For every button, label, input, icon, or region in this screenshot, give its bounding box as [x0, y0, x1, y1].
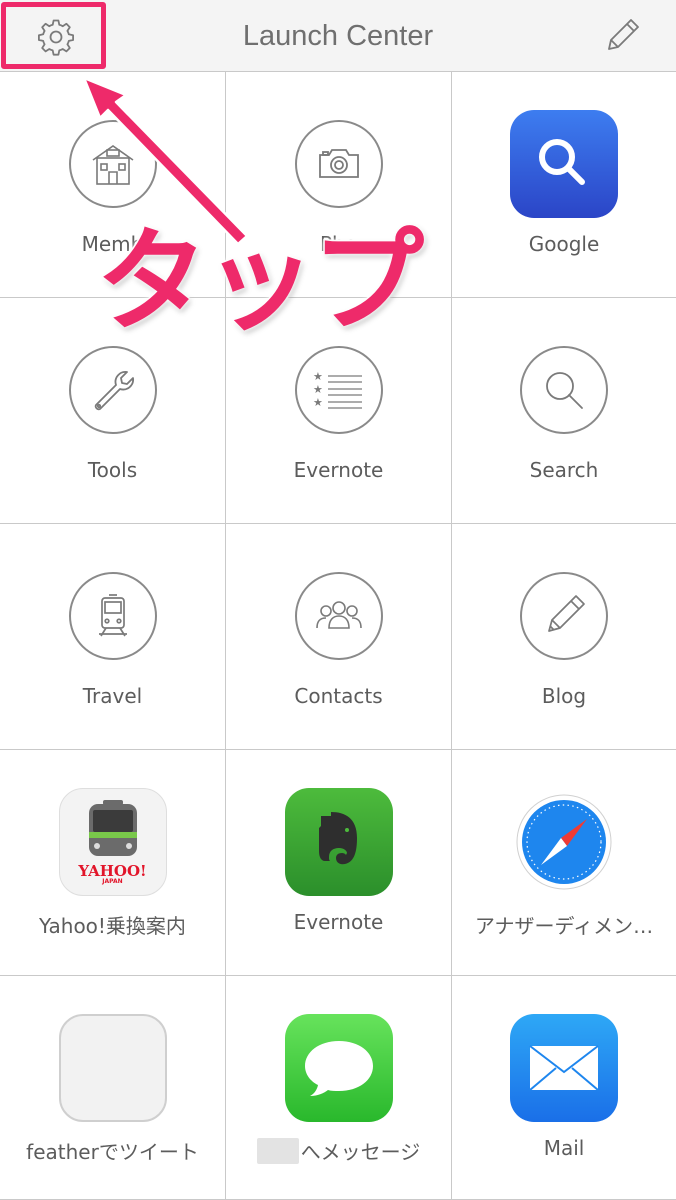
- launcher-cell[interactable]: アナザーディメン…: [452, 750, 676, 976]
- yahoo-transit-app-icon: YAHOO! JAPAN: [58, 788, 167, 896]
- launcher-cell[interactable]: Google: [452, 72, 676, 298]
- navigation-bar: Launch Center: [0, 0, 676, 72]
- redacted-name: [256, 1138, 299, 1164]
- messages-app-icon: [284, 1014, 393, 1122]
- cell-label: Evernote: [293, 458, 384, 482]
- people-icon: [294, 572, 383, 660]
- launcher-cell[interactable]: Evernote: [226, 750, 452, 976]
- cell-label: Google: [528, 232, 600, 256]
- mail-app-icon: [510, 1014, 618, 1122]
- train-icon: [68, 572, 157, 660]
- cell-label: Blog: [541, 684, 587, 708]
- launcher-cell[interactable]: featherでツイート: [0, 976, 226, 1200]
- house-icon: [68, 120, 157, 208]
- launcher-cell[interactable]: Mail: [452, 976, 676, 1200]
- wrench-icon: [68, 346, 157, 434]
- cell-label: Contacts: [294, 684, 383, 708]
- launcher-cell[interactable]: Search: [452, 298, 676, 524]
- cell-label: アナザーディメン…: [474, 914, 654, 938]
- magnifier-icon: [520, 346, 608, 434]
- cell-label: Search: [529, 458, 599, 482]
- cell-label: へメッセージ: [232, 1136, 445, 1165]
- launcher-cell[interactable]: Contacts: [226, 524, 452, 750]
- launcher-cell[interactable]: Blog: [452, 524, 676, 750]
- pencil-icon: [520, 572, 608, 660]
- google-search-app-icon: [510, 110, 618, 218]
- blank-app-icon: [58, 1014, 167, 1122]
- launcher-cell[interactable]: YAHOO! JAPAN Yahoo!乗換案内: [0, 750, 226, 976]
- cell-label: Mail: [543, 1136, 585, 1160]
- launcher-cell[interactable]: へメッセージ: [226, 976, 452, 1200]
- svg-text:★: ★: [313, 383, 323, 396]
- safari-app-icon: [516, 794, 612, 890]
- cell-label: Yahoo!乗換案内: [39, 914, 186, 938]
- cell-label: featherでツイート: [26, 1140, 199, 1164]
- starred-list-icon: ★ ★ ★: [294, 346, 383, 434]
- cell-label: Travel: [82, 684, 143, 708]
- cell-label: Tools: [87, 458, 138, 482]
- edit-button[interactable]: [594, 10, 650, 62]
- svg-text:★: ★: [313, 396, 323, 409]
- svg-text:★: ★: [313, 370, 323, 383]
- highlight-box: [1, 2, 106, 69]
- launcher-cell[interactable]: Travel: [0, 524, 226, 750]
- annotation-text: タップ: [95, 216, 426, 349]
- yahoo-logo-text: YAHOO!: [78, 861, 147, 880]
- evernote-app-icon: [284, 788, 393, 896]
- camera-icon: [294, 120, 383, 208]
- cell-label: Evernote: [293, 910, 384, 934]
- yahoo-logo-subtext: JAPAN: [102, 877, 123, 885]
- pencil-icon: [608, 19, 639, 50]
